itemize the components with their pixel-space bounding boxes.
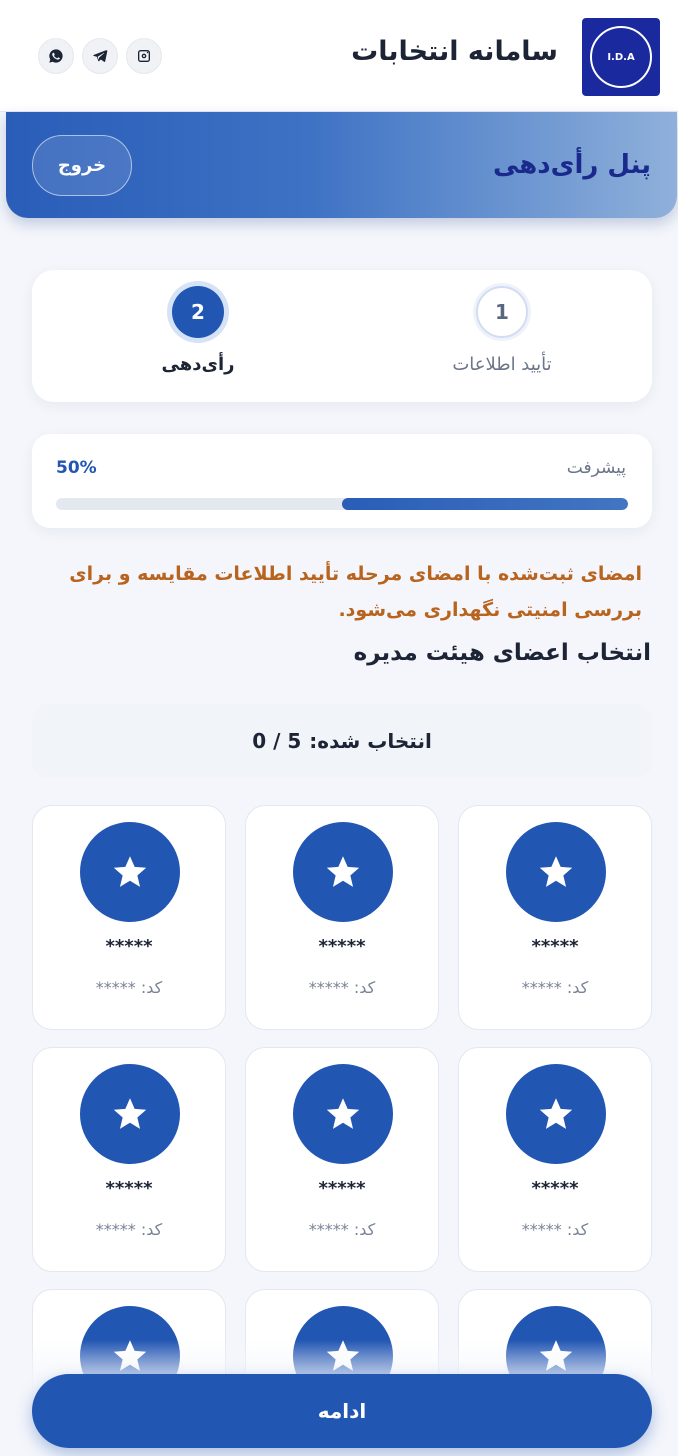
candidate-code-value: ***** — [308, 978, 349, 997]
candidate-card[interactable]: ***** کد: ***** — [245, 1047, 439, 1272]
candidate-code-value: ***** — [95, 1220, 136, 1239]
candidate-name: ***** — [105, 936, 153, 957]
progress-label: پیشرفت — [566, 458, 626, 478]
candidate-code: کد: ***** — [33, 978, 225, 997]
candidate-card[interactable]: ***** کد: ***** — [458, 1047, 652, 1272]
step-verify-info: 1 تأیید اطلاعات — [422, 286, 582, 375]
candidate-name: ***** — [318, 1178, 366, 1199]
instagram-button[interactable] — [126, 38, 162, 74]
telegram-icon — [93, 50, 108, 62]
telegram-button[interactable] — [82, 38, 118, 74]
candidate-avatar — [80, 822, 180, 922]
candidate-code-value: ***** — [308, 1220, 349, 1239]
candidate-card[interactable]: ***** کد: ***** — [245, 805, 439, 1030]
steps-indicator: 1 تأیید اطلاعات 2 رأی‌دهی — [32, 270, 652, 402]
social-links — [38, 38, 162, 74]
step-number: 2 — [172, 286, 224, 338]
progress-fill — [342, 498, 628, 510]
selection-count: 0 / 5 — [252, 729, 302, 753]
star-icon — [113, 1098, 147, 1129]
association-logo: I.D.A — [582, 18, 660, 96]
candidate-code: کد: ***** — [246, 1220, 438, 1239]
signature-notice: امضای ثبت‌شده با امضای مرحله تأیید اطلاع… — [69, 563, 642, 621]
star-icon — [326, 856, 360, 887]
instagram-icon — [138, 50, 150, 62]
selection-label: انتخاب شده: — [309, 729, 432, 753]
selection-counter: انتخاب شده: 0 / 5 — [32, 704, 652, 778]
top-header: I.D.A سامانه انتخابات — [0, 0, 678, 112]
candidate-code-label: کد: — [140, 1220, 163, 1239]
candidate-name: ***** — [318, 936, 366, 957]
star-icon — [113, 856, 147, 887]
star-icon — [539, 856, 573, 887]
candidate-name: ***** — [531, 936, 579, 957]
logout-button[interactable]: خروج — [32, 135, 132, 196]
voting-panel-header: پنل رأی‌دهی خروج — [6, 112, 677, 218]
candidate-code-value: ***** — [95, 978, 136, 997]
candidate-avatar — [506, 1064, 606, 1164]
whatsapp-button[interactable] — [38, 38, 74, 74]
candidate-code-label: کد: — [566, 1220, 589, 1239]
candidate-code-label: کد: — [566, 978, 589, 997]
logo-text: I.D.A — [607, 51, 635, 63]
candidate-code: کد: ***** — [459, 978, 651, 997]
continue-button[interactable]: ادامه — [32, 1374, 652, 1448]
candidate-code: کد: ***** — [33, 1220, 225, 1239]
candidate-card[interactable]: ***** کد: ***** — [458, 805, 652, 1030]
progress-card: پیشرفت 50% — [32, 434, 652, 528]
step-voting: 2 رأی‌دهی — [118, 286, 278, 375]
star-icon — [326, 1098, 360, 1129]
candidate-code-label: کد: — [353, 1220, 376, 1239]
candidate-code-value: ***** — [521, 978, 562, 997]
star-icon — [539, 1098, 573, 1129]
candidate-code-value: ***** — [521, 1220, 562, 1239]
candidate-code-label: کد: — [140, 978, 163, 997]
step-number: 1 — [476, 286, 528, 338]
step-label: رأی‌دهی — [161, 354, 235, 375]
section-title: انتخاب اعضای هیئت مدیره — [353, 640, 651, 666]
progress-percent: 50% — [56, 458, 97, 478]
candidate-code: کد: ***** — [246, 978, 438, 997]
step-label: تأیید اطلاعات — [452, 354, 552, 375]
candidate-code: کد: ***** — [459, 1220, 651, 1239]
logo-emblem: I.D.A — [590, 26, 652, 88]
candidate-avatar — [506, 822, 606, 922]
candidate-code-label: کد: — [353, 978, 376, 997]
candidate-avatar — [293, 1064, 393, 1164]
candidate-name: ***** — [105, 1178, 153, 1199]
candidate-avatar — [293, 822, 393, 922]
candidate-card[interactable]: ***** کد: ***** — [32, 1047, 226, 1272]
candidate-card[interactable]: ***** کد: ***** — [32, 805, 226, 1030]
whatsapp-icon — [49, 49, 63, 63]
app-title: سامانه انتخابات — [351, 36, 558, 67]
candidate-avatar — [80, 1064, 180, 1164]
candidate-name: ***** — [531, 1178, 579, 1199]
panel-title: پنل رأی‌دهی — [492, 150, 651, 180]
progress-track — [56, 498, 628, 510]
